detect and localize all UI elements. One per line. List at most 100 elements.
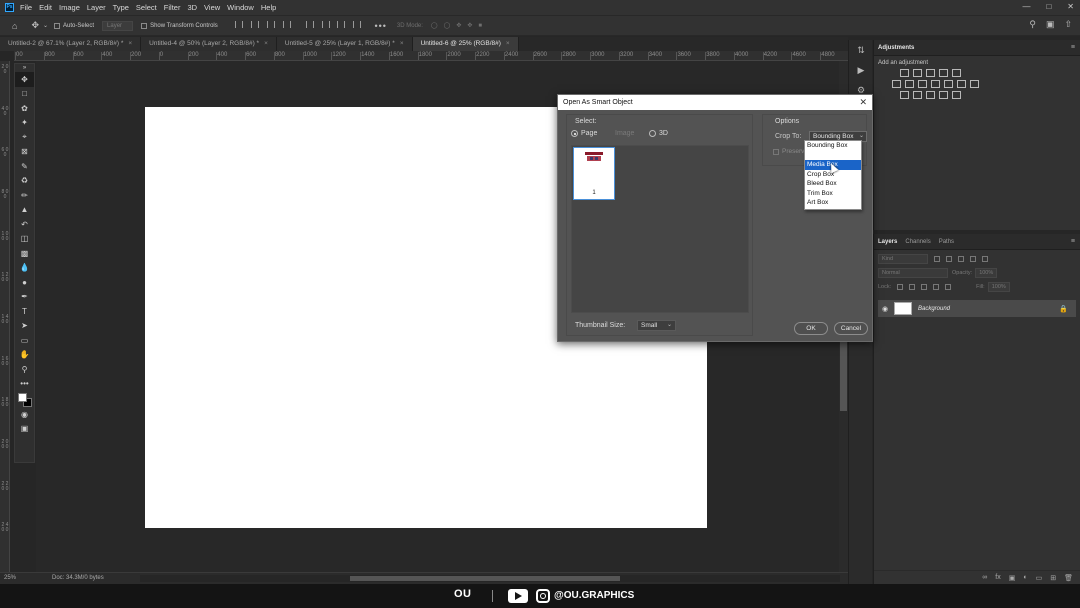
- option-trim-box[interactable]: Trim Box: [805, 189, 861, 199]
- radio-image[interactable]: Image: [615, 130, 634, 137]
- lock-all-icon[interactable]: [945, 284, 952, 290]
- cancel-button[interactable]: Cancel: [834, 322, 868, 335]
- lock-image-icon[interactable]: [909, 284, 916, 290]
- tab-untitled-2[interactable]: Untitled-2 @ 67.1% (Layer 2, RGB/8#) * ×: [0, 37, 142, 51]
- screen-mode-icon[interactable]: ▣: [15, 422, 34, 437]
- invert-icon[interactable]: [900, 91, 909, 99]
- hand-tool-icon[interactable]: ✋: [15, 348, 34, 363]
- clone-stamp-tool-icon[interactable]: ▲: [15, 203, 34, 218]
- menu-type[interactable]: Type: [113, 3, 129, 12]
- close-window-icon[interactable]: ✕: [1067, 2, 1074, 11]
- brightness-contrast-icon[interactable]: [900, 69, 909, 77]
- edit-toolbar-icon[interactable]: •••: [15, 377, 34, 392]
- new-group-icon[interactable]: ▭: [1036, 574, 1043, 582]
- close-tab-icon[interactable]: ×: [128, 40, 132, 47]
- preserve-checkbox[interactable]: Preserv: [773, 148, 804, 155]
- show-transform-checkbox[interactable]: [141, 22, 148, 29]
- workspace-icon[interactable]: ▣: [1046, 19, 1055, 30]
- minimize-icon[interactable]: —: [1022, 2, 1030, 11]
- visibility-eye-icon[interactable]: ◉: [878, 305, 892, 313]
- radio-3d-dot[interactable]: [649, 130, 656, 137]
- tab-untitled-6[interactable]: Untitled-6 @ 25% (RGB/8#) ×: [412, 37, 519, 51]
- menu-window[interactable]: Window: [227, 3, 254, 12]
- share-icon[interactable]: ⇧: [1064, 19, 1072, 30]
- move-tool-icon[interactable]: ✥: [15, 72, 34, 87]
- search-icon[interactable]: ⚲: [1029, 19, 1036, 30]
- layer-name[interactable]: Background: [918, 306, 950, 312]
- panel-menu-icon[interactable]: ≡: [1071, 44, 1075, 51]
- option-art-box[interactable]: Art Box: [805, 198, 861, 208]
- vibrance-icon[interactable]: [892, 80, 901, 88]
- home-icon[interactable]: ⌂: [12, 21, 17, 31]
- thumbnail-size-dropdown[interactable]: Small ⌄: [637, 320, 676, 331]
- rectangle-tool-icon[interactable]: ▭: [15, 333, 34, 348]
- selective-color-icon[interactable]: [939, 91, 948, 99]
- distribute-icon[interactable]: [282, 21, 291, 28]
- align-right-icon[interactable]: [266, 21, 275, 28]
- tab-untitled-4[interactable]: Untitled-4 @ 50% (Layer 2, RGB/8#) * ×: [141, 37, 277, 51]
- posterize-icon[interactable]: [913, 91, 922, 99]
- filter-type-icon[interactable]: [958, 256, 964, 262]
- distribute-vertical-icon[interactable]: [353, 21, 362, 28]
- preserve-checkbox-box[interactable]: [773, 148, 779, 155]
- hue-saturation-icon[interactable]: [905, 80, 914, 88]
- layer-row-background[interactable]: ◉ Background 🔒: [878, 300, 1076, 317]
- marquee-tool-icon[interactable]: □: [15, 87, 34, 102]
- radio-page-dot[interactable]: [571, 130, 578, 137]
- eraser-tool-icon[interactable]: ◫: [15, 232, 34, 247]
- zoom-tool-icon[interactable]: ⚲: [15, 362, 34, 377]
- fill-field[interactable]: 100%: [987, 282, 1010, 292]
- radio-3d[interactable]: 3D: [649, 130, 668, 137]
- close-tab-icon[interactable]: ×: [506, 40, 510, 47]
- tab-layers[interactable]: Layers: [874, 239, 901, 245]
- link-layers-icon[interactable]: ∞: [982, 574, 987, 581]
- photo-filter-icon[interactable]: [944, 80, 953, 88]
- document-info[interactable]: Doc: 34.3M/0 bytes: [52, 575, 104, 581]
- filter-kind-field[interactable]: Kind: [878, 254, 928, 264]
- filter-adjustment-icon[interactable]: [946, 256, 952, 262]
- close-tab-icon[interactable]: ×: [264, 40, 268, 47]
- history-panel-icon[interactable]: ⇅: [849, 40, 873, 60]
- curves-icon[interactable]: [926, 69, 935, 77]
- align-middle-icon[interactable]: [321, 21, 330, 28]
- menu-layer[interactable]: Layer: [87, 3, 106, 12]
- tab-adjustments[interactable]: Adjustments: [874, 45, 918, 51]
- tab-untitled-5[interactable]: Untitled-5 @ 25% (Layer 1, RGB/8#) * ×: [276, 37, 413, 51]
- page-thumbnails-area[interactable]: 1: [571, 145, 749, 313]
- filter-shape-icon[interactable]: [970, 256, 976, 262]
- pen-tool-icon[interactable]: ✒: [15, 290, 34, 305]
- layer-lock-icon[interactable]: 🔒: [1059, 305, 1068, 313]
- healing-brush-tool-icon[interactable]: ♻: [15, 174, 34, 189]
- tool-preset-chevron-icon[interactable]: ⌄: [43, 22, 48, 29]
- menu-view[interactable]: View: [204, 3, 220, 12]
- foreground-color-swatch[interactable]: [18, 393, 27, 402]
- menu-edit[interactable]: Edit: [39, 3, 52, 12]
- auto-select-checkbox[interactable]: [54, 22, 61, 29]
- layer-style-icon[interactable]: fx: [995, 574, 1000, 581]
- move-tool-icon[interactable]: ✥: [31, 20, 39, 31]
- scroll-thumb[interactable]: [840, 331, 847, 411]
- scroll-thumb[interactable]: [350, 576, 620, 581]
- auto-select-target-dropdown[interactable]: Layer: [102, 20, 134, 31]
- new-adjustment-layer-icon[interactable]: ◐: [1023, 574, 1027, 581]
- align-top-icon[interactable]: [305, 21, 314, 28]
- ok-button[interactable]: OK: [794, 322, 828, 335]
- radio-page[interactable]: Page: [571, 130, 597, 137]
- menu-file[interactable]: File: [20, 3, 32, 12]
- align-center-icon[interactable]: [250, 21, 259, 28]
- menu-filter[interactable]: Filter: [164, 3, 181, 12]
- lock-artboard-icon[interactable]: [933, 284, 940, 290]
- history-brush-tool-icon[interactable]: ↶: [15, 217, 34, 232]
- blend-mode-dropdown[interactable]: Normal: [878, 268, 948, 278]
- gradient-fill-icon[interactable]: [952, 91, 961, 99]
- path-selection-tool-icon[interactable]: ➤: [15, 319, 34, 334]
- eyedropper-tool-icon[interactable]: ✎: [15, 159, 34, 174]
- filter-smart-object-icon[interactable]: [982, 256, 988, 262]
- option-bounding-box[interactable]: Bounding Box: [805, 141, 861, 151]
- threshold-icon[interactable]: [926, 91, 935, 99]
- delete-layer-icon[interactable]: 🗑: [1064, 574, 1073, 582]
- menu-select[interactable]: Select: [136, 3, 157, 12]
- color-balance-icon[interactable]: [918, 80, 927, 88]
- filter-pixel-icon[interactable]: [934, 256, 940, 262]
- lasso-tool-icon[interactable]: ✿: [15, 101, 34, 116]
